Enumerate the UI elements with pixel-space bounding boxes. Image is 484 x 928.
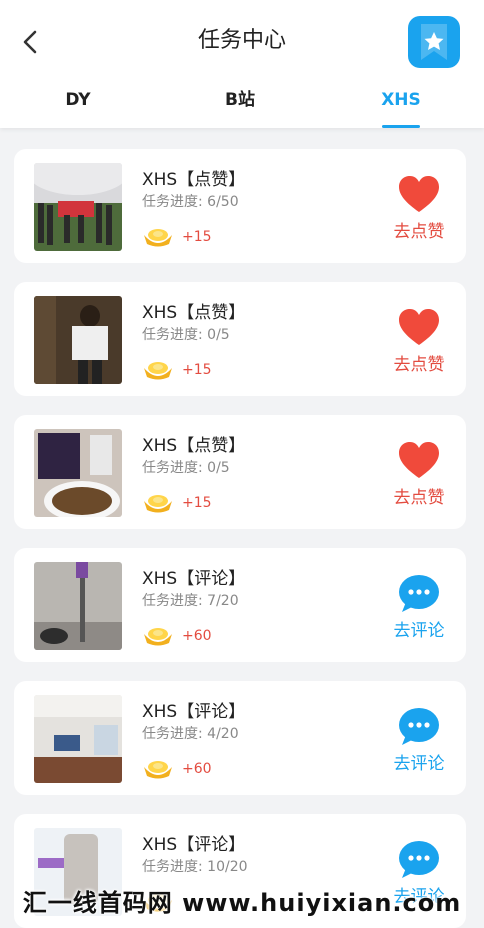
gold-ingot-icon: [144, 628, 172, 646]
reward-amount: +15: [182, 229, 212, 245]
task-progress: 任务进度: 0/5: [142, 327, 230, 343]
gold-ingot-icon: [144, 761, 172, 779]
bookmark-star-icon: [421, 24, 447, 60]
heart-icon[interactable]: [398, 308, 440, 348]
task-card: XHS【点赞】 任务进度: 0/5 +15 去点赞: [14, 415, 466, 529]
bookmark-button[interactable]: [408, 16, 460, 68]
task-thumbnail: [34, 163, 122, 251]
comment-bubble-icon[interactable]: [398, 840, 440, 880]
tab-bar: DY B站 XHS: [0, 84, 484, 128]
task-progress: 任务进度: 4/20: [142, 726, 239, 742]
heart-icon[interactable]: [398, 175, 440, 215]
task-title: XHS【点赞】: [142, 436, 246, 456]
task-progress: 任务进度: 7/20: [142, 593, 239, 609]
task-thumbnail: [34, 695, 122, 783]
comment-bubble-icon[interactable]: [398, 574, 440, 614]
like-action-button[interactable]: 去点赞: [374, 350, 464, 375]
task-title: XHS【点赞】: [142, 303, 246, 323]
task-thumbnail: [34, 296, 122, 384]
task-progress: 任务进度: 6/50: [142, 194, 239, 210]
like-action-button[interactable]: 去点赞: [374, 217, 464, 242]
task-card: XHS【点赞】 任务进度: 6/50 +15 去点赞: [14, 149, 466, 263]
header-bar: 任务中心 DY B站 XHS: [0, 0, 484, 128]
comment-action-button[interactable]: 去评论: [374, 749, 464, 774]
task-progress: 任务进度: 0/5: [142, 460, 230, 476]
tab-bilibili[interactable]: B站: [180, 84, 300, 128]
task-thumbnail: [34, 562, 122, 650]
task-title: XHS【评论】: [142, 702, 246, 722]
tab-dy[interactable]: DY: [18, 84, 138, 128]
reward-amount: +60: [182, 628, 212, 644]
like-action-button[interactable]: 去点赞: [374, 483, 464, 508]
tab-xhs[interactable]: XHS: [341, 84, 461, 128]
gold-ingot-icon: [144, 229, 172, 247]
reward-amount: +60: [182, 761, 212, 777]
comment-action-button[interactable]: 去评论: [374, 616, 464, 641]
task-title: XHS【评论】: [142, 835, 246, 855]
site-watermark: 汇一线首码网 www.huiyixian.com: [22, 889, 462, 917]
task-card: XHS【评论】 任务进度: 7/20 +60 去评论: [14, 548, 466, 662]
task-card: XHS【点赞】 任务进度: 0/5 +15 去点赞: [14, 282, 466, 396]
reward-amount: +15: [182, 362, 212, 378]
task-card: XHS【评论】 任务进度: 4/20 +60 去评论: [14, 681, 466, 795]
heart-icon[interactable]: [398, 441, 440, 481]
task-title: XHS【点赞】: [142, 170, 246, 190]
gold-ingot-icon: [144, 362, 172, 380]
task-progress: 任务进度: 10/20: [142, 859, 248, 875]
gold-ingot-icon: [144, 495, 172, 513]
task-title: XHS【评论】: [142, 569, 246, 589]
task-thumbnail: [34, 429, 122, 517]
reward-amount: +15: [182, 495, 212, 511]
active-tab-indicator: [382, 125, 420, 128]
comment-bubble-icon[interactable]: [398, 707, 440, 747]
